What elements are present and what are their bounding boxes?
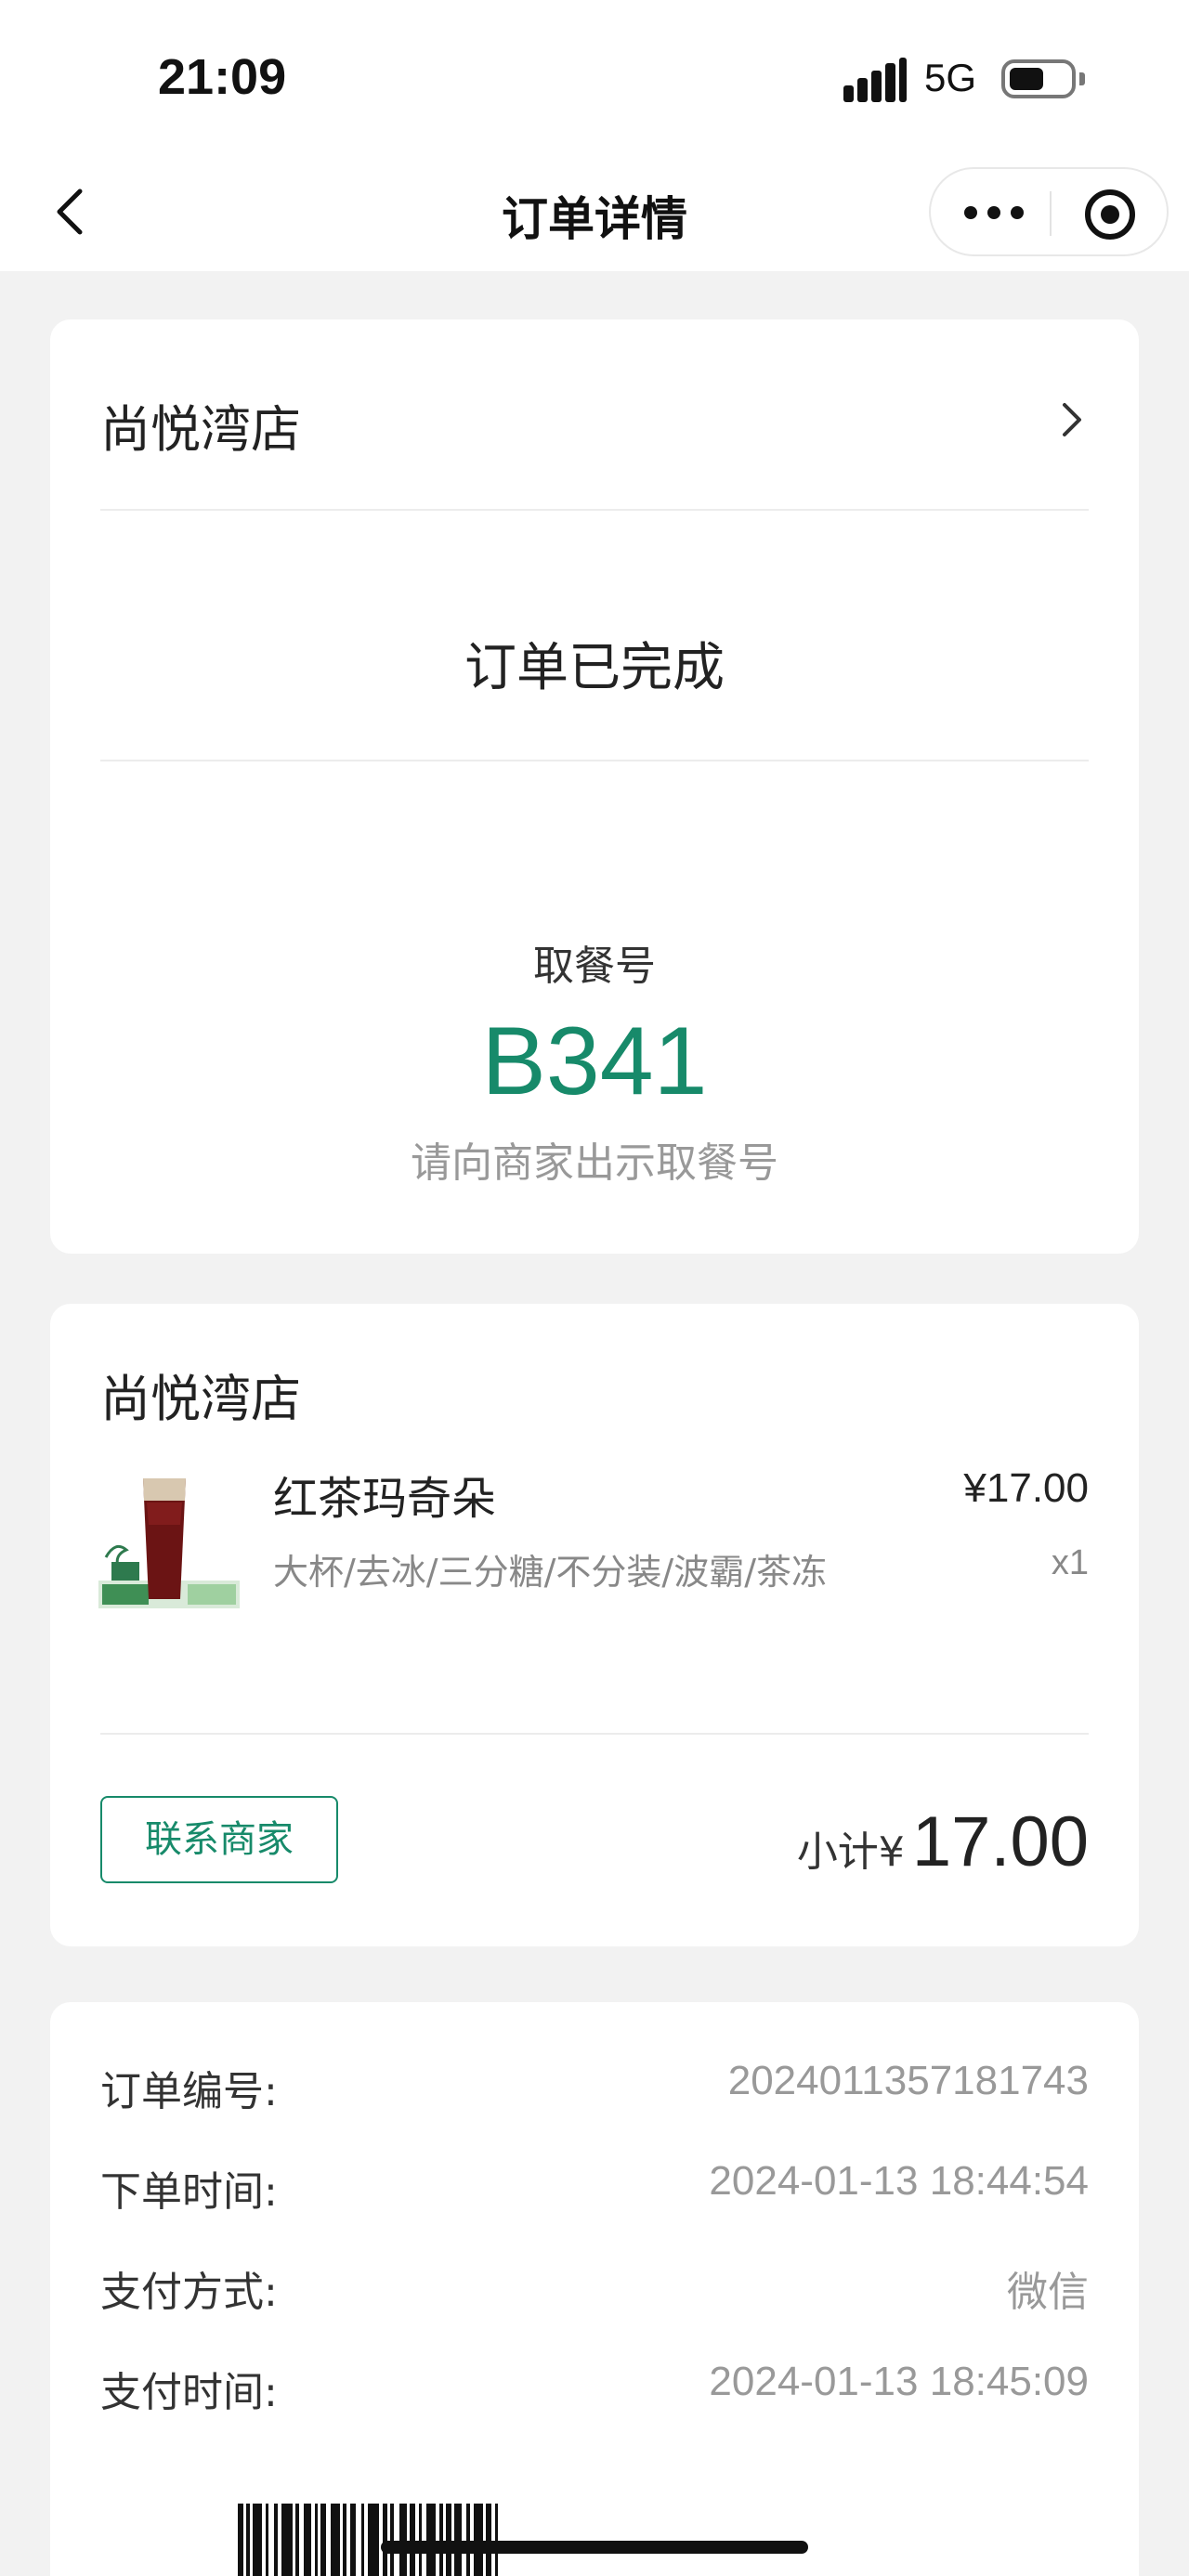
info-row-order-number: 订单编号: 2024011357181743 [100, 2058, 1089, 2115]
info-value: 2024011357181743 [727, 2058, 1089, 2103]
info-row-order-time: 下单时间: 2024-01-13 18:44:54 [100, 2158, 1089, 2216]
nav-bar: 订单详情 [0, 158, 1189, 271]
barcode [238, 2504, 953, 2576]
info-row-payment-time: 支付时间: 2024-01-13 18:45:09 [100, 2359, 1089, 2416]
info-key: 订单编号: [100, 2068, 278, 2115]
battery-icon [1001, 59, 1076, 98]
status-time: 21:09 [158, 49, 287, 105]
store-name: 尚悦湾店 [100, 400, 301, 459]
order-items-card: 尚悦湾店 红茶玛奇朵 ¥17.00 大杯/去冰/三分糖/不分装/波霸/茶冻 x1… [50, 1304, 1139, 1946]
info-key: 支付方式: [100, 2269, 278, 2316]
battery-tip [1079, 72, 1085, 85]
divider [100, 1733, 1089, 1735]
more-icon[interactable] [964, 197, 1024, 230]
divider [100, 509, 1089, 511]
divider [100, 760, 1089, 761]
subtotal-value: 17.00 [911, 1802, 1089, 1881]
item-quantity: x1 [1051, 1543, 1089, 1582]
store-row[interactable]: 尚悦湾店 [50, 319, 1139, 509]
item-name: 红茶玛奇朵 [273, 1473, 497, 1525]
miniprogram-capsule [929, 167, 1169, 256]
order-info-card: 订单编号: 2024011357181743 下单时间: 2024-01-13 … [50, 2002, 1139, 2576]
info-value: 2024-01-13 18:45:09 [709, 2359, 1089, 2404]
target-icon[interactable] [1085, 189, 1135, 240]
info-row-payment-method: 支付方式: 微信 [100, 2258, 1089, 2316]
contact-merchant-button[interactable]: 联系商家 [100, 1796, 338, 1883]
info-value: 微信 [1007, 2270, 1089, 2315]
status-bar: 21:09 5G [0, 0, 1189, 158]
home-indicator [381, 2541, 808, 2554]
info-value: 2024-01-13 18:44:54 [709, 2158, 1089, 2204]
info-key: 下单时间: [100, 2168, 278, 2216]
info-key: 支付时间: [100, 2369, 278, 2416]
product-image [98, 1469, 240, 1608]
items-store-name: 尚悦湾店 [100, 1370, 301, 1428]
capsule-divider [1050, 191, 1052, 236]
subtotal-label: 小计¥ [796, 1828, 905, 1876]
order-status: 订单已完成 [464, 638, 725, 698]
signal-icon [843, 58, 907, 102]
pickup-label: 取餐号 [533, 943, 656, 990]
pickup-hint: 请向商家出示取餐号 [411, 1139, 778, 1187]
subtotal: 小计¥ 17.00 [797, 1802, 1089, 1885]
network-type: 5G [924, 56, 977, 99]
item-spec: 大杯/去冰/三分糖/不分装/波霸/茶冻 [273, 1552, 828, 1593]
order-status-card: 尚悦湾店 订单已完成 取餐号 B341 请向商家出示取餐号 [50, 319, 1139, 1254]
item-price: ¥17.00 [963, 1465, 1089, 1511]
chevron-right-icon [1055, 399, 1087, 440]
pickup-number: B341 [481, 1008, 708, 1115]
